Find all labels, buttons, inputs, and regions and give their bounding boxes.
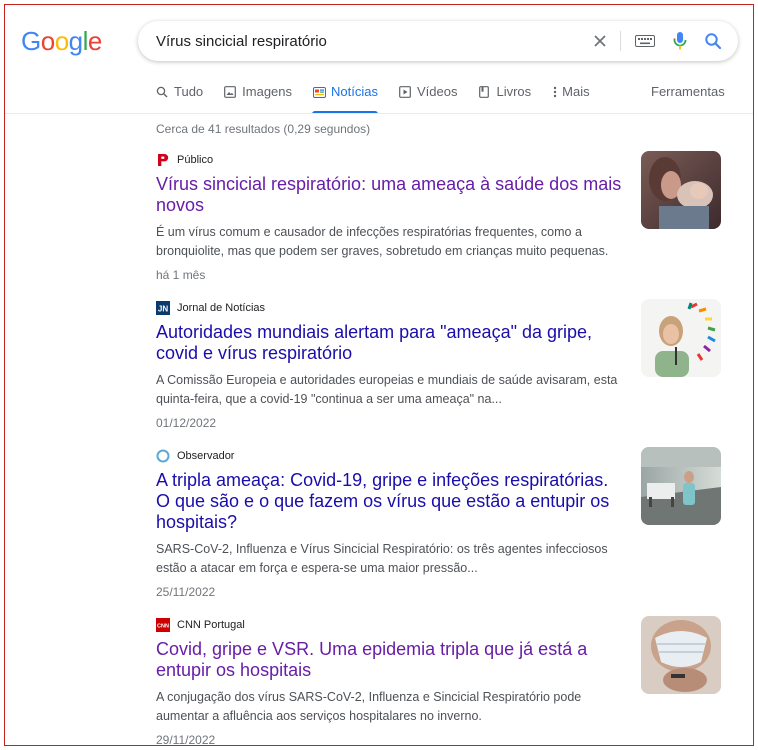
keyboard-icon[interactable]: [634, 31, 656, 51]
result-thumbnail[interactable]: [641, 299, 721, 377]
tab-videos[interactable]: Vídeos: [398, 84, 457, 114]
news-result: JN Jornal de Notícias Autoridades mundia…: [156, 299, 726, 430]
result-date: há 1 mês: [156, 268, 206, 282]
result-thumbnail[interactable]: [641, 447, 721, 525]
search-icon[interactable]: [703, 31, 723, 51]
tab-tudo[interactable]: Tudo: [155, 84, 203, 114]
logo-letter: e: [87, 26, 102, 56]
result-snippet: A Comissão Europeia e autoridades europe…: [156, 373, 618, 406]
microphone-icon[interactable]: [671, 31, 689, 51]
tab-noticias[interactable]: Notícias: [312, 84, 378, 114]
tab-livros[interactable]: Livros: [477, 84, 531, 114]
screenshot-frame: Google Tudo Imagens Notícias: [4, 4, 754, 746]
news-icon: [312, 85, 326, 99]
news-result: Público Vírus sincicial respiratório: um…: [156, 151, 726, 282]
book-icon: [477, 85, 491, 99]
jn-icon: JN: [156, 301, 170, 315]
result-title-link[interactable]: A tripla ameaça: Covid-19, gripe e infeç…: [156, 470, 626, 533]
result-title-link[interactable]: Autoridades mundiais alertam para "ameaç…: [156, 322, 626, 364]
tab-label: Vídeos: [417, 84, 458, 99]
result-date: 29/11/2022: [156, 733, 216, 746]
tab-imagens[interactable]: Imagens: [223, 84, 292, 114]
observador-circle-icon: [156, 449, 170, 463]
result-thumbnail[interactable]: [641, 616, 721, 694]
source-name: Público: [177, 154, 214, 166]
tab-label: Mais: [562, 84, 590, 99]
logo-letter: G: [21, 26, 41, 56]
result-snippet: A conjugação dos vírus SARS-CoV-2, Influ…: [156, 690, 582, 723]
google-logo[interactable]: Google: [21, 26, 102, 57]
search-input[interactable]: [156, 21, 576, 61]
cnn-icon: CNN: [156, 618, 170, 632]
publico-p-icon: [156, 153, 170, 167]
news-result: Observador A tripla ameaça: Covid-19, gr…: [156, 447, 726, 599]
result-date: 01/12/2022: [156, 416, 217, 430]
source-name: Jornal de Notícias: [177, 302, 266, 314]
video-icon: [398, 85, 412, 99]
news-result: CNN CNN Portugal Covid, gripe e VSR. Uma…: [156, 616, 726, 746]
result-snippet: SARS-CoV-2, Influenza e Vírus Sincicial …: [156, 542, 608, 575]
result-title-link[interactable]: Vírus sincicial respiratório: uma ameaça…: [156, 174, 626, 216]
svg-text:JN: JN: [158, 305, 168, 314]
tools-button[interactable]: Ferramentas: [651, 84, 725, 99]
tab-label: Notícias: [331, 84, 378, 99]
search-icon: [155, 85, 169, 99]
clear-icon[interactable]: [590, 31, 610, 51]
result-snippet: É um vírus comum e causador de infecções…: [156, 225, 609, 258]
result-title-link[interactable]: Covid, gripe e VSR. Uma epidemia tripla …: [156, 639, 626, 681]
source-name: Observador: [177, 450, 235, 462]
result-thumbnail[interactable]: [641, 151, 721, 229]
result-date: 25/11/2022: [156, 585, 216, 599]
logo-letter: g: [68, 26, 83, 56]
search-divider: [620, 31, 621, 51]
tab-label: Tudo: [174, 84, 204, 99]
tab-label: Livros: [496, 84, 532, 99]
tab-label: Imagens: [242, 84, 293, 99]
logo-letter: o: [54, 26, 69, 56]
search-box[interactable]: [138, 21, 738, 61]
search-tabs: Tudo Imagens Notícias Vídeos Livros Mais: [155, 84, 610, 114]
tabs-divider: [5, 113, 753, 114]
tab-mais[interactable]: Mais: [551, 84, 590, 114]
result-stats: Cerca de 41 resultados (0,29 segundos): [156, 122, 371, 136]
more-vert-icon: [551, 85, 559, 99]
image-icon: [223, 85, 237, 99]
svg-text:CNN: CNN: [157, 624, 169, 630]
logo-letter: o: [40, 26, 55, 56]
source-name: CNN Portugal: [177, 619, 245, 631]
